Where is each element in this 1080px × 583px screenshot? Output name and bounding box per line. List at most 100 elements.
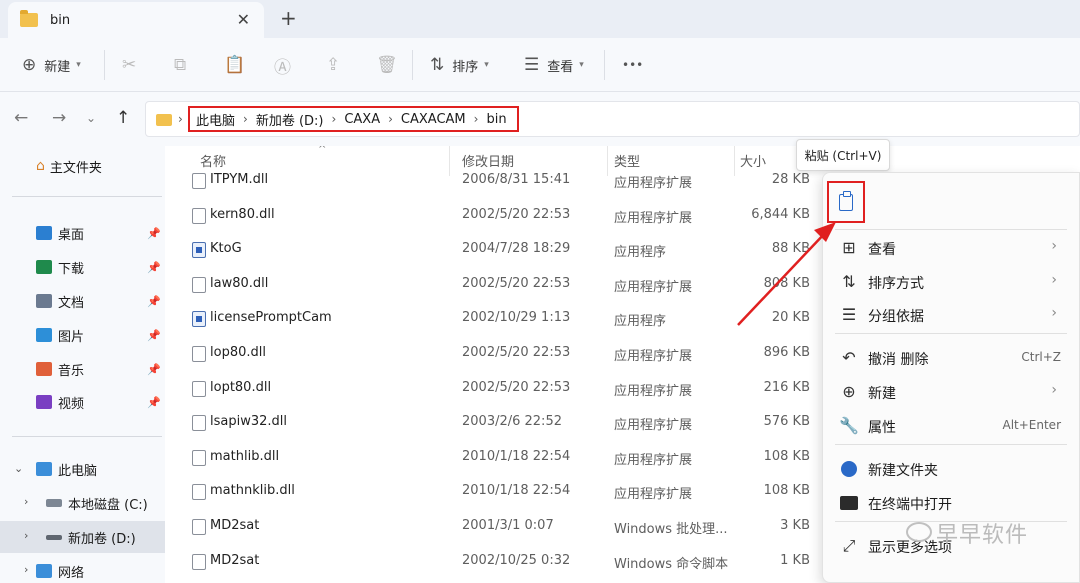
crumb-this-pc[interactable]: 此电脑 — [196, 110, 235, 129]
sidebar-item-quick[interactable]: 文档 📌 — [0, 285, 165, 317]
address-row: ← → ⌄ ↑ › 此电脑 › 新加卷 (D:) › CAXA › CAXACA… — [0, 92, 1080, 146]
file-name: lopt80.dll — [210, 379, 272, 395]
network-icon — [36, 564, 52, 578]
new-button[interactable]: ⊕ 新建 ▾ — [22, 38, 81, 92]
table-row[interactable]: MD2sat 2001/3/1 0:07 Windows 批处理... 3 KB — [165, 509, 820, 543]
pin-icon[interactable]: 📌 — [147, 329, 161, 342]
sidebar-item-quick[interactable]: 图片 📌 — [0, 319, 165, 351]
navigation-pane: ⌂ 主文件夹 桌面 📌 下载 📌 文档 📌 图片 📌 音乐 📌 视频 📌 ⌄ 此电脑 › 本地磁盘 (… — [0, 146, 165, 583]
up-arrow-icon[interactable]: ↑ — [116, 108, 130, 128]
table-row[interactable]: mathlib.dll 2010/1/18 22:54 应用程序扩展 108 KB — [165, 440, 820, 474]
chevron-right-icon: › — [243, 112, 248, 126]
copy-button[interactable]: ⧉ — [174, 38, 186, 92]
crumb-bin[interactable]: bin — [486, 112, 506, 127]
menu-item[interactable]: 新建文件夹 — [823, 452, 1080, 486]
menu-item[interactable]: ⊕ 新建 › — [823, 375, 1080, 409]
sidebar-item-quick[interactable]: 音乐 📌 — [0, 353, 165, 385]
sidebar-item-this-pc[interactable]: ⌄ 此电脑 — [0, 453, 165, 485]
menu-item[interactable]: ⊞ 查看 › — [823, 231, 1080, 265]
terminal-icon — [840, 496, 858, 510]
view-button[interactable]: ☰ 查看 ▾ — [524, 38, 584, 92]
sidebar-item-quick[interactable]: 桌面 📌 — [0, 217, 165, 249]
sort-button[interactable]: ⇅ 排序 ▾ — [430, 38, 489, 92]
file-icon — [192, 484, 206, 501]
table-row[interactable]: lopt80.dll 2002/5/20 22:53 应用程序扩展 216 KB — [165, 371, 820, 405]
chevron-down-icon: ▾ — [76, 60, 81, 70]
pin-icon[interactable]: 📌 — [147, 261, 161, 274]
file-name: lop80.dll — [210, 345, 266, 360]
chevron-down-icon: ▾ — [579, 60, 584, 70]
delete-button[interactable]: 🗑 — [376, 38, 398, 92]
table-row[interactable]: lop80.dll 2002/5/20 22:53 应用程序扩展 896 KB — [165, 336, 820, 370]
table-row[interactable]: kern80.dll 2002/5/20 22:53 应用程序扩展 6,844 KB — [165, 198, 820, 232]
new-tab-button[interactable]: + — [280, 6, 297, 30]
more-button[interactable]: ••• — [622, 38, 643, 92]
sidebar-item-drive-d[interactable]: › 新加卷 (D:) — [0, 521, 165, 553]
sidebar-label: 网络 — [58, 565, 85, 581]
recent-chevron-icon[interactable]: ⌄ — [86, 111, 96, 125]
menu-item[interactable]: ☰ 分组依据 › — [823, 298, 1080, 332]
grid-icon: ⊞ — [842, 238, 856, 257]
table-row[interactable]: law80.dll 2002/5/20 22:53 应用程序扩展 808 KB — [165, 267, 820, 301]
menu-shortcut: Alt+Enter — [1002, 418, 1061, 432]
menu-item[interactable]: ⇅ 排序方式 › — [823, 265, 1080, 299]
file-size: 20 KB — [771, 310, 810, 326]
back-arrow-icon[interactable]: ← — [14, 108, 28, 128]
divider — [835, 333, 1067, 334]
library-icon — [36, 362, 52, 376]
file-icon — [192, 173, 206, 189]
file-name: law80.dll — [210, 275, 269, 291]
sidebar-item-quick[interactable]: 下载 📌 — [0, 251, 165, 283]
library-icon — [36, 260, 52, 274]
sidebar-label: 新加卷 (D:) — [68, 531, 136, 547]
file-type: 应用程序 — [614, 314, 667, 330]
crumb-caxa[interactable]: CAXA — [344, 112, 380, 127]
table-row[interactable]: MD2sat 2002/10/25 0:32 Windows 命令脚本 1 KB — [165, 544, 820, 578]
trash-icon: 🗑 — [376, 55, 398, 75]
table-row[interactable]: KtoG 2004/7/28 18:29 应用程序 88 KB — [165, 232, 820, 266]
sidebar-item-home[interactable]: ⌂ 主文件夹 — [0, 150, 165, 182]
paste-menu-button[interactable] — [827, 181, 865, 223]
table-row[interactable]: ITPYM.dll 2006/8/31 15:41 应用程序扩展 28 KB — [165, 163, 820, 197]
file-size: 808 KB — [763, 275, 810, 291]
chevron-right-icon: › — [1051, 238, 1057, 254]
pin-icon[interactable]: 📌 — [147, 295, 161, 308]
library-icon — [36, 395, 52, 409]
menu-item[interactable]: ↶ 撤消 删除 Ctrl+Z — [823, 341, 1080, 375]
chevron-right-icon: › — [24, 563, 29, 576]
file-date: 2006/8/31 15:41 — [462, 172, 571, 187]
file-type: 应用程序扩展 — [614, 176, 693, 191]
crumb-drive-d[interactable]: 新加卷 (D:) — [256, 110, 324, 129]
share-icon: ⇪ — [326, 55, 341, 75]
close-tab-icon[interactable]: ✕ — [237, 10, 250, 29]
folder-icon — [20, 10, 38, 27]
menu-item[interactable]: 在终端中打开 — [823, 486, 1080, 520]
paste-button[interactable]: 📋 — [224, 38, 245, 92]
forward-arrow-icon[interactable]: → — [52, 108, 66, 128]
sidebar-item-network[interactable]: › 网络 — [0, 555, 165, 583]
divider — [104, 50, 105, 80]
chevron-right-icon: › — [24, 495, 29, 508]
file-date: 2002/5/20 22:53 — [462, 379, 571, 395]
sidebar-item-drive-c[interactable]: › 本地磁盘 (C:) — [0, 487, 165, 519]
sidebar-label: 此电脑 — [58, 463, 98, 479]
share-button[interactable]: ⇪ — [326, 38, 340, 92]
rename-button[interactable]: Ⓐ — [274, 38, 291, 92]
file-size: 28 KB — [771, 172, 810, 187]
table-row[interactable]: lsapiw32.dll 2003/2/6 22:52 应用程序扩展 576 KB — [165, 405, 820, 439]
menu-item[interactable]: 🔧 属性 Alt+Enter — [823, 409, 1080, 443]
address-bar[interactable]: › 此电脑 › 新加卷 (D:) › CAXA › CAXACAM › bin — [145, 101, 1080, 137]
table-row[interactable]: mathnklib.dll 2010/1/18 22:54 应用程序扩展 108 KB — [165, 474, 820, 508]
divider — [412, 50, 413, 80]
pin-icon[interactable]: 📌 — [147, 363, 161, 376]
file-icon — [192, 449, 206, 466]
pin-icon[interactable]: 📌 — [147, 396, 161, 409]
pin-icon[interactable]: 📌 — [147, 227, 161, 240]
file-size: 3 KB — [780, 518, 810, 533]
library-icon — [36, 328, 52, 342]
sidebar-item-quick[interactable]: 视频 📌 — [0, 386, 165, 418]
crumb-caxacam[interactable]: CAXACAM — [401, 112, 466, 127]
cut-button[interactable]: ✂ — [122, 38, 136, 92]
tab-bin[interactable]: bin ✕ — [8, 2, 264, 38]
table-row[interactable]: licensePromptCam 2002/10/29 1:13 应用程序 20 KB — [165, 301, 820, 335]
